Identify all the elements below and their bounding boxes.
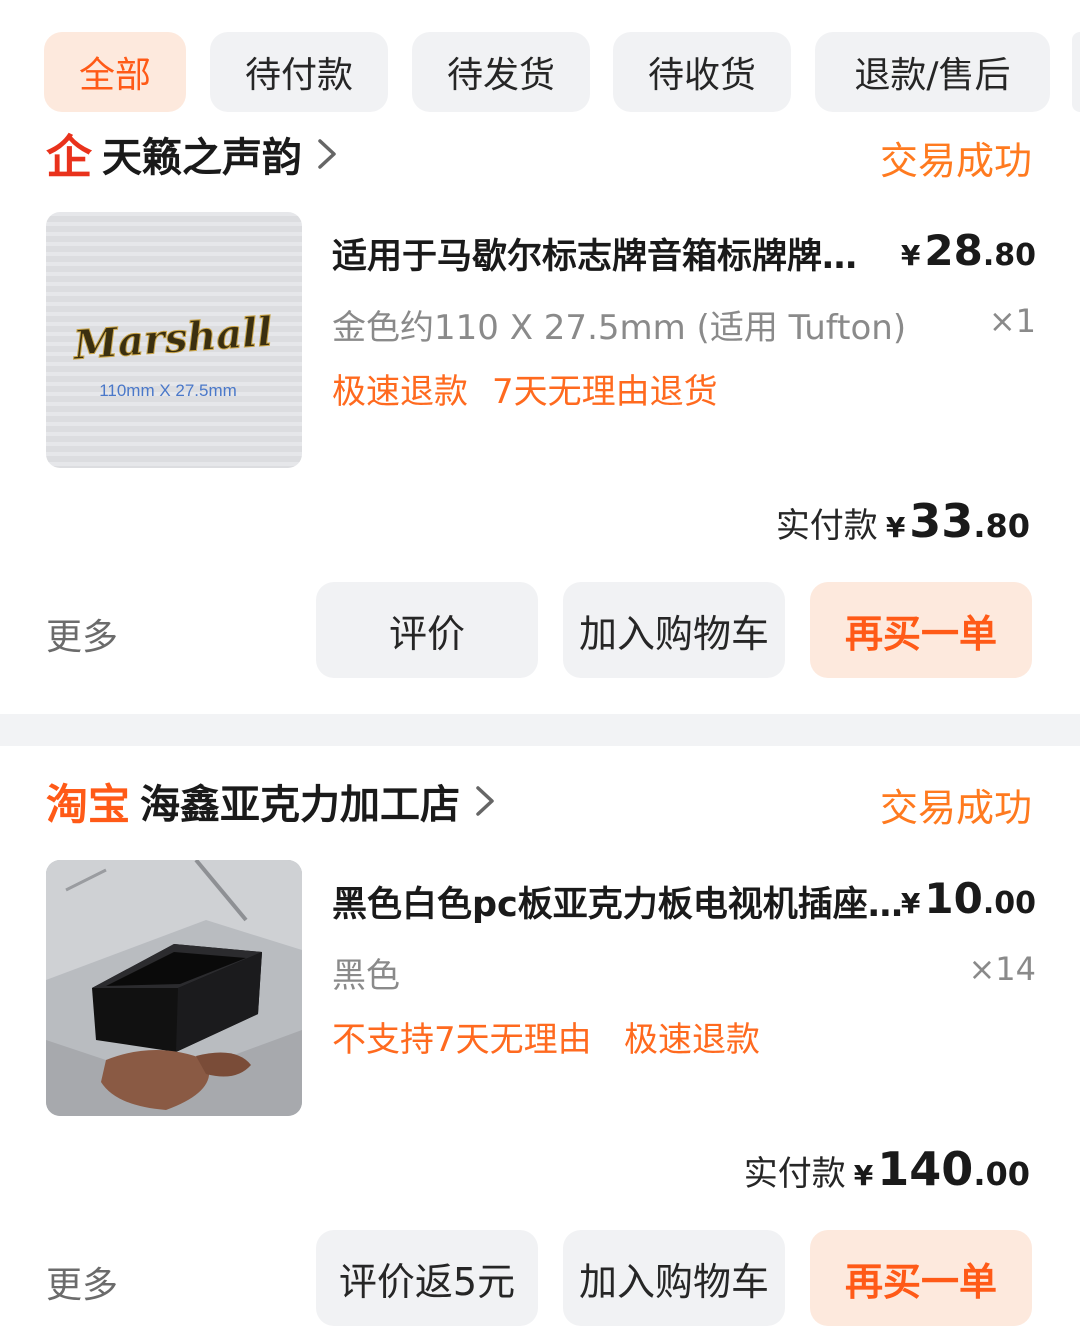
- tab-refund-aftersale[interactable]: 退款/售后: [815, 32, 1050, 112]
- tag-7day-return: 7天无理由退货: [492, 372, 718, 412]
- buy-again-button[interactable]: 再买一单: [810, 582, 1032, 678]
- product-price: ¥28.80: [900, 226, 1036, 275]
- product-title[interactable]: 黑色白色pc板亚克力板电视机插座盒子定做: [332, 876, 908, 927]
- tab-pending-receipt[interactable]: 待收货: [613, 32, 791, 112]
- tab-pending-shipment[interactable]: 待发货: [412, 32, 590, 112]
- order-divider: [0, 714, 1080, 746]
- store-name: 天籁之声韵: [102, 135, 302, 181]
- tab-overflow-peek[interactable]: [1072, 32, 1080, 112]
- store-header[interactable]: 淘宝 海鑫亚克力加工店: [46, 771, 508, 831]
- tab-all[interactable]: 全部: [44, 32, 186, 112]
- add-to-cart-button[interactable]: 加入购物车: [563, 1230, 785, 1326]
- product-price: ¥10.00: [900, 874, 1036, 923]
- more-button[interactable]: 更多: [46, 1256, 118, 1308]
- tag-fast-refund: 极速退款: [624, 1020, 760, 1060]
- enterprise-store-icon: 企: [46, 130, 92, 184]
- order-status: 交易成功: [879, 139, 1032, 183]
- add-to-cart-button[interactable]: 加入购物车: [563, 582, 785, 678]
- product-spec: 金色约110 X 27.5mm (适用 Tufton): [332, 308, 907, 348]
- thumb-size-caption: 110mm X 27.5mm: [99, 381, 237, 400]
- product-title[interactable]: 适用于马歇尔标志牌音箱标牌牌贴金属标志牌: [332, 228, 888, 279]
- review-reward-button[interactable]: 评价返5元: [316, 1230, 538, 1326]
- tag-fast-refund: 极速退款: [332, 372, 468, 412]
- order-status: 交易成功: [879, 786, 1032, 830]
- paid-amount: 实付款 ¥140.00: [743, 1142, 1030, 1196]
- tab-pending-payment[interactable]: 待付款: [210, 32, 388, 112]
- product-spec: 黑色: [332, 956, 400, 996]
- more-button[interactable]: 更多: [46, 608, 118, 660]
- product-thumbnail[interactable]: [46, 860, 302, 1116]
- review-button[interactable]: 评价: [316, 582, 538, 678]
- chevron-right-icon: [474, 784, 508, 818]
- store-name: 海鑫亚克力加工店: [140, 782, 461, 828]
- product-thumbnail[interactable]: Marshall 110mm X 27.5mm: [46, 212, 302, 468]
- product-quantity: ×1: [988, 302, 1036, 340]
- buy-again-button[interactable]: 再买一单: [810, 1230, 1032, 1326]
- product-quantity: ×14: [968, 950, 1036, 988]
- tag-no-7day-return: 不支持7天无理由: [332, 1020, 592, 1060]
- taobao-logo-icon: 淘宝: [46, 779, 131, 829]
- chevron-right-icon: [316, 137, 350, 171]
- order-filter-tabs: 全部 待付款 待发货 待收货 退款/售后: [0, 0, 1080, 124]
- paid-amount: 实付款 ¥33.80: [775, 494, 1030, 548]
- store-header[interactable]: 企 天籁之声韵: [46, 124, 350, 184]
